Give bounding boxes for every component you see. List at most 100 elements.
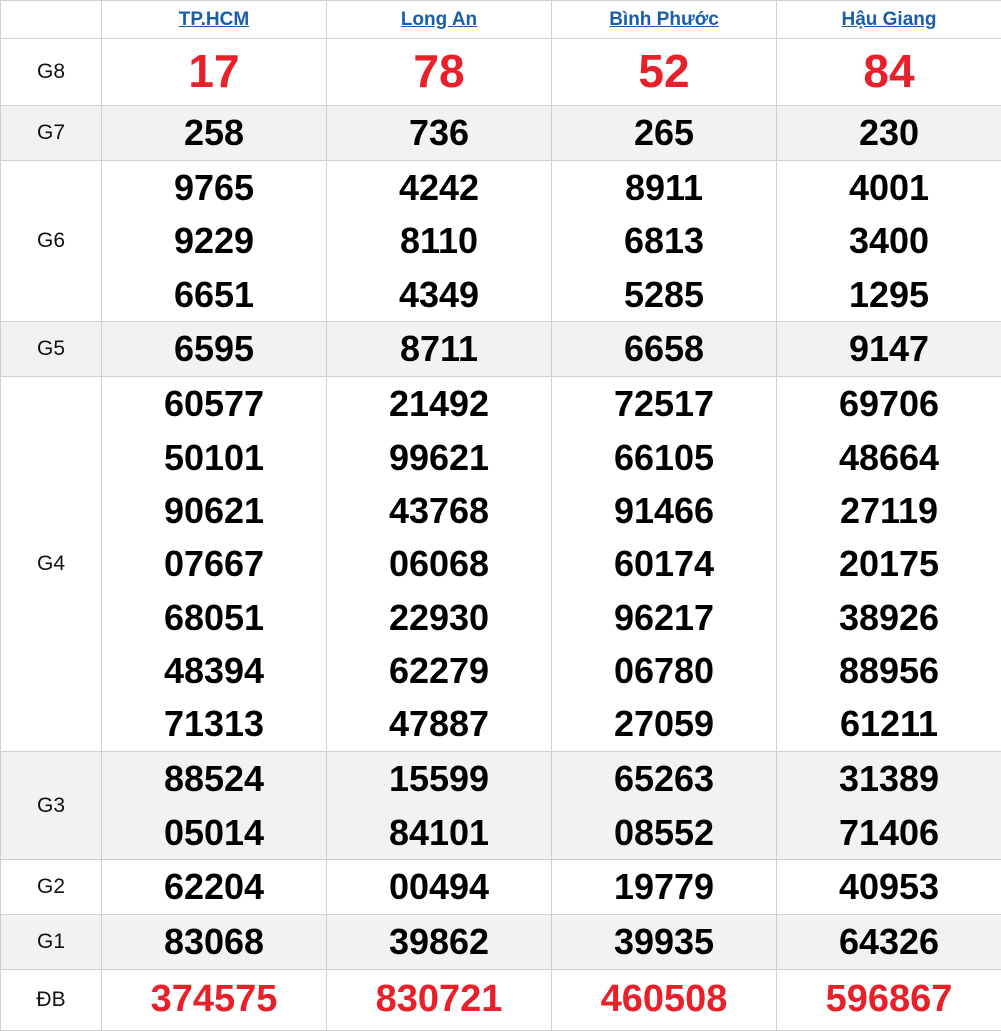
result-cell: 400134001295 (777, 161, 1001, 322)
result-number: 71406 (777, 806, 1001, 859)
prize-label: G7 (1, 106, 102, 161)
result-number: 47887 (327, 697, 551, 750)
result-cell: 78 (327, 39, 552, 106)
result-number: 17 (102, 45, 326, 98)
result-cell: 9147 (777, 322, 1001, 377)
result-number: 21492 (327, 377, 551, 430)
result-number: 78 (327, 45, 551, 98)
result-cell: 84 (777, 39, 1001, 106)
result-cell: 891168135285 (552, 161, 777, 322)
result-cell: 8852405014 (102, 752, 327, 860)
result-number: 460508 (552, 973, 776, 1026)
result-number: 52 (552, 45, 776, 98)
result-number: 9765 (102, 161, 326, 214)
result-number: 1295 (777, 268, 1001, 321)
prize-row: G697659229665142428110434989116813528540… (1, 161, 1001, 322)
result-number: 91466 (552, 484, 776, 537)
result-number: 27059 (552, 697, 776, 750)
result-cell: 6658 (552, 322, 777, 377)
result-cell: 736 (327, 106, 552, 161)
result-number: 61211 (777, 697, 1001, 750)
province-link-hau-giang[interactable]: Hậu Giang (841, 9, 936, 30)
result-number: 38926 (777, 591, 1001, 644)
result-cell: 424281104349 (327, 161, 552, 322)
result-number: 22930 (327, 591, 551, 644)
province-link-long-an[interactable]: Long An (401, 9, 477, 30)
result-number: 5285 (552, 268, 776, 321)
result-number: 374575 (102, 973, 326, 1026)
result-number: 06780 (552, 644, 776, 697)
result-number: 60577 (102, 377, 326, 430)
prize-label: G5 (1, 322, 102, 377)
result-number: 4242 (327, 161, 551, 214)
prize-row: G262204004941977940953 (1, 860, 1001, 915)
result-number: 06068 (327, 537, 551, 590)
result-number: 4001 (777, 161, 1001, 214)
result-cell: 258 (102, 106, 327, 161)
results-body: G817785284G7258736265230G697659229665142… (1, 39, 1001, 1031)
result-number: 736 (327, 106, 551, 159)
result-cell: 8711 (327, 322, 552, 377)
result-number: 4349 (327, 268, 551, 321)
result-cell: 62204 (102, 860, 327, 915)
result-cell: 1559984101 (327, 752, 552, 860)
result-cell: 265 (552, 106, 777, 161)
result-number: 72517 (552, 377, 776, 430)
result-number: 60174 (552, 537, 776, 590)
result-cell: 230 (777, 106, 1001, 161)
result-number: 00494 (327, 860, 551, 913)
prize-label: ĐB (1, 970, 102, 1031)
header-row: TP.HCM Long An Bình Phước Hậu Giang (1, 1, 1001, 39)
prize-label: G2 (1, 860, 102, 915)
result-number: 99621 (327, 431, 551, 484)
result-number: 62279 (327, 644, 551, 697)
result-number: 40953 (777, 860, 1001, 913)
prize-row: G460577501019062107667680514839471313214… (1, 377, 1001, 752)
result-cell: 3138971406 (777, 752, 1001, 860)
result-number: 265 (552, 106, 776, 159)
prize-label: G4 (1, 377, 102, 752)
result-number: 6658 (552, 322, 776, 375)
result-number: 3400 (777, 214, 1001, 267)
result-number: 69706 (777, 377, 1001, 430)
result-cell: 60577501019062107667680514839471313 (102, 377, 327, 752)
result-number: 39935 (552, 915, 776, 968)
province-header: Bình Phước (552, 1, 777, 39)
result-cell: 40953 (777, 860, 1001, 915)
prize-row: G56595871166589147 (1, 322, 1001, 377)
result-number: 62204 (102, 860, 326, 913)
result-number: 84 (777, 45, 1001, 98)
result-number: 88524 (102, 752, 326, 805)
result-cell: 39862 (327, 915, 552, 970)
result-cell: 00494 (327, 860, 552, 915)
result-cell: 69706486642711920175389268895661211 (777, 377, 1001, 752)
result-cell: 830721 (327, 970, 552, 1031)
result-cell: 976592296651 (102, 161, 327, 322)
result-number: 88956 (777, 644, 1001, 697)
province-header: Hậu Giang (777, 1, 1001, 39)
lottery-results-table: TP.HCM Long An Bình Phước Hậu Giang G817… (0, 0, 1001, 1031)
province-link-binh-phuoc[interactable]: Bình Phước (609, 9, 719, 30)
result-cell: 6595 (102, 322, 327, 377)
prize-row: ĐB374575830721460508596867 (1, 970, 1001, 1031)
result-number: 65263 (552, 752, 776, 805)
result-number: 39862 (327, 915, 551, 968)
result-number: 596867 (777, 973, 1001, 1026)
result-number: 8711 (327, 322, 551, 375)
result-number: 20175 (777, 537, 1001, 590)
result-number: 96217 (552, 591, 776, 644)
result-cell: 21492996214376806068229306227947887 (327, 377, 552, 752)
province-header: TP.HCM (102, 1, 327, 39)
result-number: 9147 (777, 322, 1001, 375)
result-number: 6813 (552, 214, 776, 267)
result-number: 15599 (327, 752, 551, 805)
prize-label: G6 (1, 161, 102, 322)
prize-row: G183068398623993564326 (1, 915, 1001, 970)
result-cell: 460508 (552, 970, 777, 1031)
prize-label: G3 (1, 752, 102, 860)
result-cell: 83068 (102, 915, 327, 970)
province-link-tphcm[interactable]: TP.HCM (179, 9, 249, 30)
result-number: 830721 (327, 973, 551, 1026)
result-number: 8911 (552, 161, 776, 214)
result-number: 50101 (102, 431, 326, 484)
